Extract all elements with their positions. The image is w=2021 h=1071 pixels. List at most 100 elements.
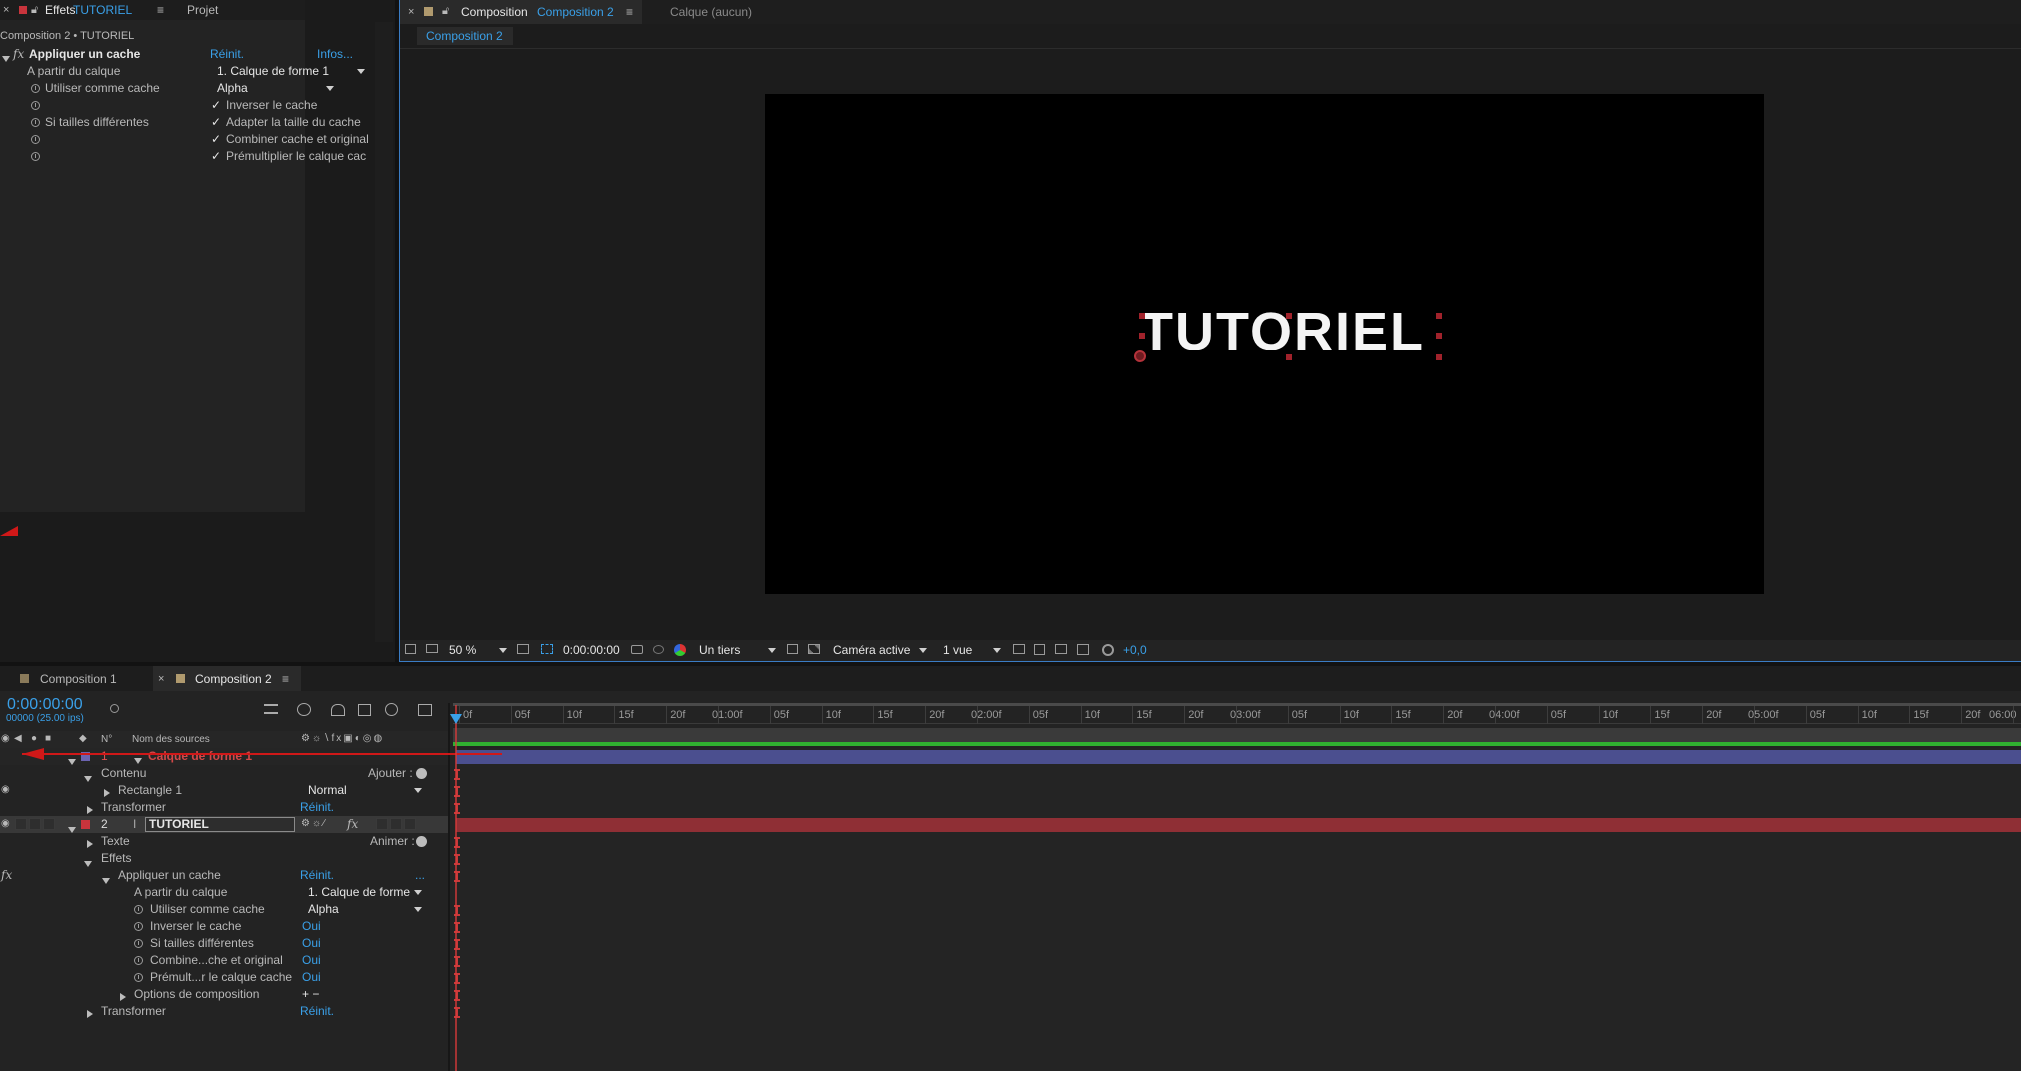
selection-handle[interactable] [1436,313,1442,319]
color-channels-icon[interactable] [674,644,686,656]
tl-premultiply-value[interactable]: Oui [302,969,321,985]
viewer-tab-comp[interactable]: Composition 2 [537,4,614,20]
layer1-expand-triangle-icon[interactable] [68,754,76,768]
zoom-dropdown[interactable]: 50 % [449,642,476,658]
stopwatch-icon[interactable] [134,956,143,965]
dropdown-arrow-icon[interactable] [414,890,422,895]
tl-source-layer-dropdown[interactable]: 1. Calque de forme [308,884,410,900]
work-area-strip[interactable] [453,728,2021,742]
tl-composite-value[interactable]: Oui [302,952,321,968]
effects-tab-layer[interactable]: TUTORIEL [73,2,132,18]
switch-box[interactable] [376,818,388,830]
layer2-switches[interactable]: ⚙☼∕ [301,816,327,832]
stopwatch-icon[interactable] [31,84,40,93]
region-of-interest-icon[interactable] [517,644,529,654]
comp-mini-flowchart-icon[interactable] [264,704,278,714]
column-number[interactable]: N° [101,732,112,748]
stopwatch-icon[interactable] [31,118,40,127]
layer2-expand-triangle-icon[interactable] [68,822,76,836]
text-expand-triangle-icon[interactable] [87,837,93,851]
effects-scrollbar[interactable] [375,22,393,642]
anchor-point-icon[interactable] [1134,350,1146,362]
layer2-effects[interactable]: Effets [101,850,131,866]
solo-switch[interactable] [29,818,41,830]
stopwatch-icon[interactable] [134,973,143,982]
timeline-tab-composition-1[interactable]: Composition 1 [40,671,117,687]
tl-options-plus-minus[interactable]: + − [302,986,319,1002]
source-layer-dropdown[interactable]: 1. Calque de forme 1 [217,63,329,79]
layer2-name[interactable]: TUTORIEL [149,816,209,832]
layer2-animate-menu[interactable]: Animer : [370,833,415,849]
effect-header-row[interactable]: fx Appliquer un cache Réinit. Infos... [0,46,375,63]
stopwatch-icon[interactable] [31,101,40,110]
timeline-tab-menu-icon[interactable]: ≡ [282,671,289,687]
selection-handle[interactable] [1286,313,1292,319]
layer1-add-menu[interactable]: Ajouter : [368,765,413,781]
motion-blur-icon[interactable] [385,703,398,716]
viewer-timecode[interactable]: 0:00:00:00 [563,642,620,658]
stopwatch-icon[interactable] [134,939,143,948]
exposure-icon[interactable] [1102,644,1114,656]
search-icon[interactable] [110,704,119,713]
playhead-handle[interactable] [450,714,462,724]
resolution-dropdown[interactable]: Un tiers [699,642,740,658]
transform-expand-triangle-icon[interactable] [87,803,93,817]
dropdown-arrow-icon[interactable] [357,69,365,74]
stopwatch-icon[interactable] [31,152,40,161]
layer-viewer-tab[interactable]: Calque (aucun) [670,4,752,20]
timeline-tab-composition-2[interactable]: Composition 2 [195,671,272,687]
effects-tab-close[interactable]: × [3,2,9,18]
layer2-duration-bar[interactable] [456,818,2021,832]
layer1-transform[interactable]: Transformer [101,799,166,815]
dropdown-arrow-icon[interactable] [993,648,1001,653]
tl-invert-matte-value[interactable]: Oui [302,918,321,934]
draft-3d-icon[interactable] [297,703,311,716]
layer2-text[interactable]: Texte [101,833,130,849]
premultiply-checkmark[interactable]: ✓ [211,148,221,164]
timeline-timecode[interactable]: 0:00:00:00 [7,696,83,714]
selection-handle[interactable] [1436,354,1442,360]
viewer-tab-close[interactable]: × [408,4,414,20]
dropdown-arrow-icon[interactable] [414,788,422,793]
premultiply-checkbox-label[interactable]: Prémultiplier le calque cac [226,148,366,164]
effects-expand-triangle-icon[interactable] [84,856,92,870]
selection-handle[interactable] [1139,313,1145,319]
exposure-value[interactable]: +0,0 [1123,642,1147,658]
fast-preview-icon[interactable] [787,644,798,654]
lock-column-icon[interactable]: ■ [45,731,51,747]
dropdown-arrow-icon[interactable] [919,648,927,653]
eye-icon[interactable]: ◉ [1,816,10,832]
stretch-matte-checkbox-label[interactable]: Adapter la taille du cache [226,114,361,130]
fx-icon[interactable]: fx [13,46,24,62]
switch-box[interactable] [390,818,402,830]
checkerboard-icon[interactable] [808,644,820,654]
audio-switch[interactable] [15,818,27,830]
use-as-matte-dropdown[interactable]: Alpha [217,80,248,96]
stopwatch-icon[interactable] [134,905,143,914]
lock-switch[interactable] [43,818,55,830]
effect-reset-link[interactable]: Réinit. [210,46,244,62]
effect-expand-triangle-icon[interactable] [102,873,110,887]
tl-compositing-options[interactable]: Options de composition [134,986,259,1002]
layer1-transform-reset[interactable]: Réinit. [300,799,334,815]
layer1-rectangle[interactable]: Rectangle 1 [118,782,182,798]
lock-icon[interactable]: 🔓︎ [442,3,449,19]
dropdown-arrow-icon[interactable] [768,648,776,653]
invert-matte-checkmark[interactable]: ✓ [211,97,221,113]
layer2-transform[interactable]: Transformer [101,1003,166,1019]
dropdown-arrow-icon[interactable] [499,648,507,653]
viewer-subtab-label[interactable]: Composition 2 [426,28,503,44]
camera-dropdown[interactable]: Caméra active [833,642,910,658]
fx-icon[interactable]: fx [1,867,12,883]
graph-editor-icon[interactable] [418,704,432,716]
shy-layers-icon[interactable] [331,704,345,716]
timeline-tab-close[interactable]: × [158,671,164,687]
frame-blending-icon[interactable] [358,704,371,716]
solo-icon[interactable]: ● [31,731,37,747]
switches-header-icons[interactable]: ⚙☼∖fx▣◐◎◍ [301,731,384,747]
effect-infos-link[interactable]: Infos... [317,46,353,62]
eye-icon[interactable]: ◉ [1,731,10,747]
column-source-name[interactable]: Nom des sources [132,732,210,748]
dropdown-arrow-icon[interactable] [414,907,422,912]
audio-icon[interactable]: ◀ [14,731,22,747]
